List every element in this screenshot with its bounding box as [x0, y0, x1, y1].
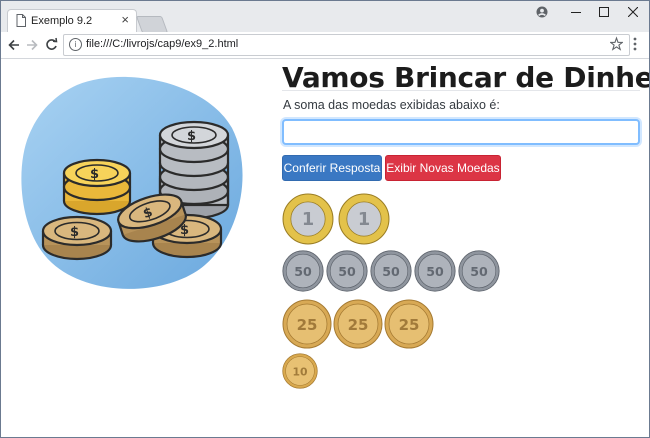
- reload-icon[interactable]: [45, 35, 58, 55]
- browser-toolbar: i file:///C:/livrojs/cap9/ex9_2.html: [1, 32, 649, 59]
- svg-text:1: 1: [302, 210, 314, 230]
- menu-icon[interactable]: [633, 37, 637, 51]
- browser-window: Exemplo 9.2 × i file:///C:/livrojs/cap9/…: [0, 0, 650, 438]
- check-answer-button[interactable]: Conferir Resposta: [282, 155, 382, 181]
- svg-text:50: 50: [470, 264, 488, 279]
- twenty-five-centavos-coin: 25: [384, 299, 434, 349]
- fifty-centavos-coin: 50: [370, 250, 412, 292]
- svg-text:50: 50: [426, 264, 444, 279]
- answer-input[interactable]: [282, 119, 640, 145]
- fifty-centavos-coin: 50: [414, 250, 456, 292]
- fifty-centavos-coin: 50: [458, 250, 500, 292]
- new-tab-button[interactable]: [135, 16, 169, 33]
- forward-arrow-icon[interactable]: [26, 35, 38, 55]
- svg-text:25: 25: [399, 316, 420, 334]
- ten-centavos-coin: 10: [282, 353, 318, 389]
- svg-text:25: 25: [348, 316, 369, 334]
- svg-text:1: 1: [358, 210, 370, 230]
- page-icon: [16, 14, 26, 27]
- close-icon[interactable]: [618, 1, 648, 23]
- svg-text:10: 10: [292, 365, 307, 378]
- coins-illustration: $ $ $ $ $: [21, 76, 243, 289]
- tab-title: Exemplo 9.2: [31, 15, 93, 27]
- page-content: $ $ $ $ $ Vamos Brincar de Dinh A soma d…: [1, 59, 649, 437]
- profile-icon[interactable]: [527, 1, 557, 23]
- svg-text:50: 50: [382, 264, 400, 279]
- one-real-coin: 1: [338, 193, 390, 245]
- twenty-five-centavos-coin: 25: [333, 299, 383, 349]
- minimize-icon[interactable]: [561, 1, 591, 23]
- browser-tab[interactable]: Exemplo 9.2 ×: [7, 9, 137, 33]
- svg-text:50: 50: [294, 264, 312, 279]
- back-arrow-icon[interactable]: [8, 35, 20, 55]
- url-text[interactable]: file:///C:/livrojs/cap9/ex9_2.html: [86, 38, 238, 50]
- one-real-coin: 1: [282, 193, 334, 245]
- svg-text:50: 50: [338, 264, 356, 279]
- twenty-five-centavos-coin: 25: [282, 299, 332, 349]
- svg-text:$: $: [70, 225, 79, 240]
- maximize-icon[interactable]: [589, 1, 619, 23]
- tab-close-icon[interactable]: ×: [121, 13, 129, 27]
- star-icon[interactable]: [610, 36, 623, 52]
- sum-label: A soma das moedas exibidas abaixo é:: [283, 98, 500, 112]
- title-divider: [282, 90, 640, 91]
- svg-text:$: $: [90, 167, 99, 182]
- title-bar: Exemplo 9.2 ×: [1, 1, 649, 33]
- fifty-centavos-coin: 50: [282, 250, 324, 292]
- svg-text:$: $: [187, 129, 196, 144]
- svg-text:25: 25: [297, 316, 318, 334]
- info-icon[interactable]: i: [69, 38, 82, 51]
- show-new-coins-button[interactable]: Exibir Novas Moedas: [385, 155, 501, 181]
- address-bar[interactable]: i file:///C:/livrojs/cap9/ex9_2.html: [63, 34, 630, 56]
- fifty-centavos-coin: 50: [326, 250, 368, 292]
